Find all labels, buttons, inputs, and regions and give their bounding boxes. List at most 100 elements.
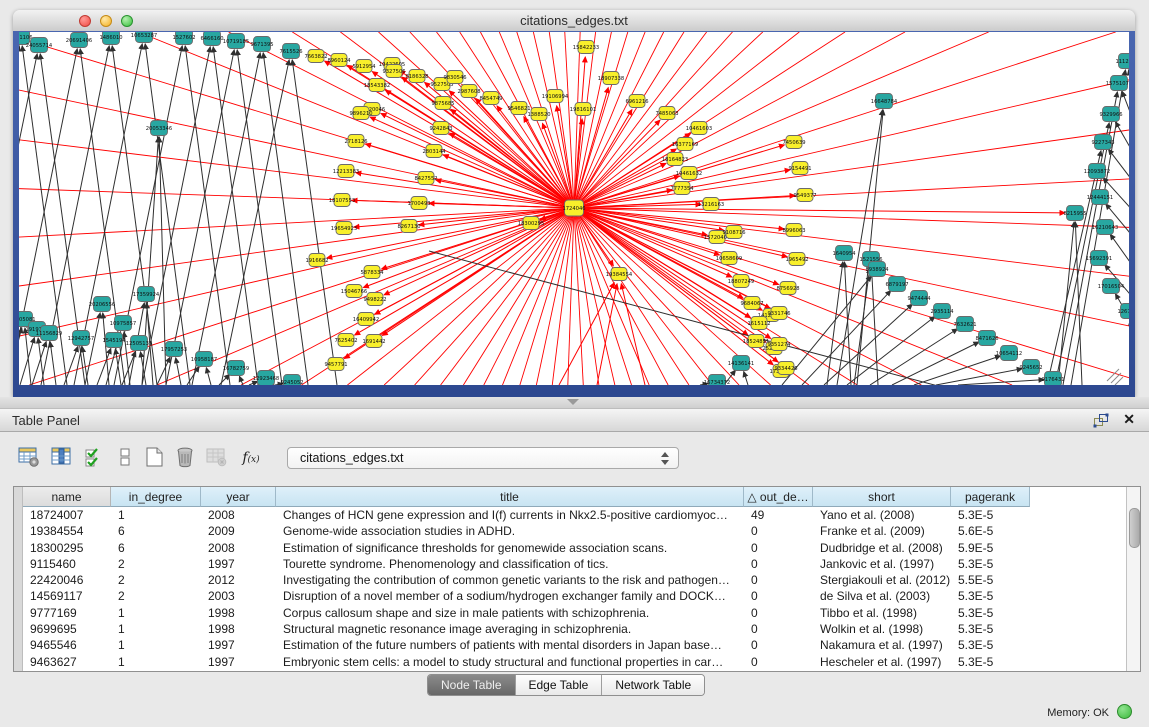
graph-node[interactable]: 17359924	[133, 287, 160, 302]
graph-node[interactable]: 16377169	[672, 138, 698, 151]
table-cell-pagerank[interactable]: 5.3E-5	[951, 588, 1030, 604]
table-cell-name[interactable]: 18724007	[23, 507, 111, 523]
graph-node[interactable]: 1700493	[407, 197, 430, 210]
graph-node[interactable]: 1112567	[1115, 54, 1129, 69]
graph-node[interactable]: 19816101	[570, 103, 596, 116]
graph-node[interactable]: 1916682	[305, 254, 328, 267]
table-cell-short[interactable]: Hescheler et al. (1997)	[813, 654, 951, 670]
graph-node[interactable]: 2803144	[422, 145, 446, 158]
column-header-year[interactable]: year	[201, 487, 276, 507]
table-row[interactable]: 946554611997Estimation of the future num…	[23, 637, 1030, 653]
graph-node[interactable]: 10654112	[996, 346, 1022, 361]
graph-node[interactable]: 1965492	[785, 253, 808, 266]
table-cell-out_degree[interactable]: 0	[744, 556, 813, 572]
graph-node[interactable]: 9457791	[324, 358, 347, 371]
table-cell-in_degree[interactable]: 1	[111, 654, 201, 670]
table-cell-short[interactable]: Tibbo et al. (1998)	[813, 605, 951, 621]
graph-node[interactable]: 8267130	[397, 220, 420, 233]
new-column-button[interactable]	[142, 446, 168, 474]
table-cell-out_degree[interactable]: 0	[744, 621, 813, 637]
table-cell-short[interactable]: Franke et al. (2009)	[813, 523, 951, 539]
function-builder-button[interactable]: f(x)	[238, 450, 264, 478]
float-panel-icon[interactable]	[1093, 413, 1109, 428]
graph-node[interactable]: 15046766	[341, 285, 367, 298]
graph-node[interactable]: 8938924	[865, 262, 889, 277]
table-cell-in_degree[interactable]: 1	[111, 621, 201, 637]
table-cell-short[interactable]: Nakamura et al. (1997)	[813, 637, 951, 653]
graph-node[interactable]: 8454749	[479, 92, 502, 105]
table-cell-year[interactable]: 2009	[201, 523, 276, 539]
graph-node[interactable]: 15692391	[1086, 251, 1112, 266]
graph-node[interactable]: 9329966	[1099, 107, 1122, 122]
graph-node[interactable]: 7485063	[655, 107, 678, 120]
graph-node[interactable]: 2935114	[930, 304, 954, 319]
table-cell-short[interactable]: Jankovic et al. (1997)	[813, 556, 951, 572]
table-cell-title[interactable]: Corpus callosum shape and size in male p…	[276, 605, 744, 621]
tab-network-table[interactable]: Network Table	[602, 675, 704, 695]
table-row[interactable]: 2242004622012Investigating the contribut…	[23, 572, 1030, 588]
table-cell-year[interactable]: 1998	[201, 605, 276, 621]
table-cell-out_degree[interactable]: 49	[744, 507, 813, 523]
table-cell-title[interactable]: Structural magnetic resonance image aver…	[276, 621, 744, 637]
graph-node[interactable]: 9154491	[788, 162, 811, 175]
table-cell-year[interactable]: 2008	[201, 507, 276, 523]
table-cell-short[interactable]: de Silva et al. (2003)	[813, 588, 951, 604]
table-cell-out_degree[interactable]: 0	[744, 654, 813, 670]
table-cell-name[interactable]: 9463627	[23, 654, 111, 670]
table-cell-title[interactable]: Tourette syndrome. Phenomenology and cla…	[276, 556, 744, 572]
table-cell-in_degree[interactable]: 6	[111, 523, 201, 539]
graph-node[interactable]: 1640954	[832, 246, 856, 261]
graph-node[interactable]: 1267534	[1117, 304, 1129, 319]
table-cell-title[interactable]: Investigating the contribution of common…	[276, 572, 744, 588]
table-cell-pagerank[interactable]: 5.3E-5	[951, 605, 1030, 621]
table-row[interactable]: 969969511998Structural magnetic resonanc…	[23, 621, 1030, 637]
graph-node[interactable]: 12444151	[1087, 190, 1113, 205]
graph-node[interactable]: 7615526	[279, 44, 302, 59]
graph-node[interactable]: 9327506	[382, 65, 405, 78]
graph-node[interactable]: 5878334	[360, 266, 384, 279]
graph-node[interactable]: 9474444	[907, 291, 931, 306]
graph-node[interactable]: 16648784	[871, 94, 898, 109]
graph-node[interactable]: 9242843	[429, 122, 452, 135]
scrollbar-thumb[interactable]	[1129, 508, 1140, 548]
table-row[interactable]: 977716911998Corpus callosum shape and si…	[23, 605, 1030, 621]
table-scrollbar[interactable]	[1126, 487, 1140, 671]
graph-node[interactable]: 9875685	[431, 97, 454, 110]
table-cell-out_degree[interactable]: 0	[744, 588, 813, 604]
graph-node[interactable]: 8996063	[782, 224, 805, 237]
graph-node[interactable]: 20206556	[89, 297, 115, 312]
clear-selection-button[interactable]	[113, 446, 139, 474]
table-cell-title[interactable]: Changes of HCN gene expression and I(f) …	[276, 507, 744, 523]
table-cell-in_degree[interactable]: 2	[111, 572, 201, 588]
graph-node[interactable]: 7625402	[334, 334, 357, 347]
graph-node[interactable]: 5912954	[352, 60, 376, 73]
network-canvas[interactable]: 7663822896012459129541042260593275068186…	[19, 32, 1129, 385]
table-cell-in_degree[interactable]: 6	[111, 540, 201, 556]
table-cell-name[interactable]: 9777169	[23, 605, 111, 621]
tab-edge-table[interactable]: Edge Table	[516, 675, 603, 695]
graph-node[interactable]: 6961216	[625, 95, 648, 108]
graph-node[interactable]: 7632621	[953, 317, 976, 332]
graph-node[interactable]: 16734372	[704, 375, 730, 386]
table-cell-pagerank[interactable]: 5.5E-5	[951, 572, 1030, 588]
graph-node[interactable]: 20691406	[66, 33, 92, 48]
table-cell-name[interactable]: 9699695	[23, 621, 111, 637]
graph-node[interactable]: 9108716	[722, 226, 745, 239]
graph-node[interactable]: 7450639	[782, 136, 805, 149]
column-header-name[interactable]: name	[23, 487, 111, 507]
graph-node[interactable]: 9549377	[793, 189, 816, 202]
graph-node[interactable]: 7663822	[304, 50, 327, 63]
graph-node[interactable]: 10653287	[131, 32, 157, 43]
table-mode-button[interactable]	[16, 446, 42, 474]
graph-node[interactable]: 12505135	[126, 336, 152, 351]
table-cell-year[interactable]: 2012	[201, 572, 276, 588]
graph-node[interactable]: 12213383	[333, 165, 359, 178]
column-header-title[interactable]: title	[276, 487, 744, 507]
table-source-select[interactable]: citations_edges.txt	[287, 447, 679, 469]
table-cell-short[interactable]: Wolkin et al. (1998)	[813, 621, 951, 637]
graph-node[interactable]: 19654923	[331, 222, 357, 235]
table-cell-year[interactable]: 2008	[201, 540, 276, 556]
graph-node[interactable]: 20053346	[146, 121, 172, 136]
table-cell-year[interactable]: 1998	[201, 621, 276, 637]
graph-node[interactable]: 17016504	[1098, 279, 1125, 294]
